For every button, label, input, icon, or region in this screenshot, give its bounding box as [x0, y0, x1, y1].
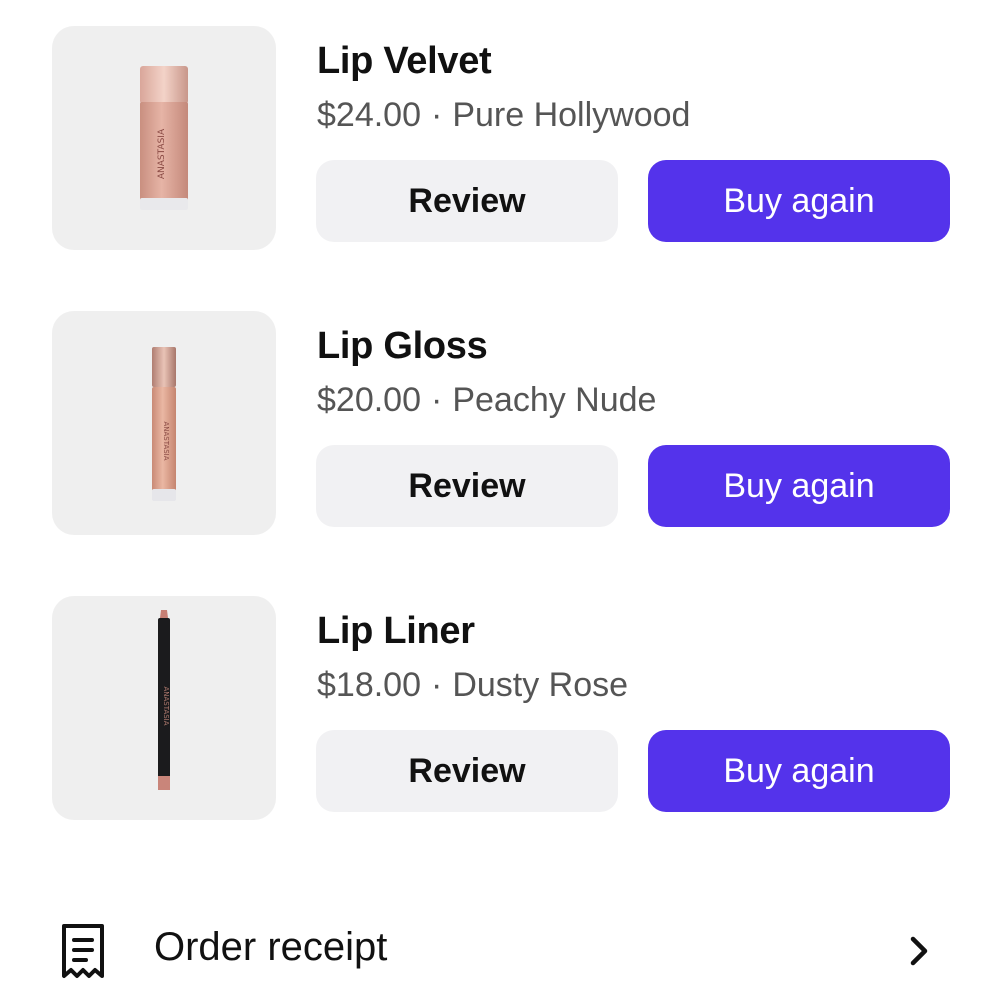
order-item-lip-liner: ANASTASIA Lip Liner $18.00 · Dusty Rose Re… — [52, 596, 950, 820]
product-name: Lip Velvet — [317, 40, 492, 82]
product-details: $24.00 · Pure Hollywood — [317, 96, 690, 135]
separator-dot: · — [431, 666, 443, 704]
separator-dot: · — [431, 96, 443, 134]
buy-again-button[interactable]: Buy again — [648, 160, 950, 242]
review-button[interactable]: Review — [316, 730, 618, 812]
chevron-right-icon — [910, 936, 928, 966]
order-item-lip-gloss: ANASTASIA Lip Gloss $20.00 · Peachy Nude R… — [52, 311, 950, 535]
separator-dot: · — [431, 381, 443, 419]
product-shade: Dusty Rose — [452, 666, 629, 704]
product-details: $18.00 · Dusty Rose — [317, 666, 628, 705]
buy-again-button[interactable]: Buy again — [648, 730, 950, 812]
lip-liner-pencil-icon: ANASTASIA — [158, 610, 170, 790]
review-button[interactable]: Review — [316, 445, 618, 527]
product-image-lip-gloss[interactable]: ANASTASIA — [52, 311, 276, 535]
product-image-lip-velvet[interactable]: ANASTASIA — [52, 26, 276, 250]
product-name: Lip Gloss — [317, 325, 488, 367]
order-receipt-label: Order receipt — [154, 925, 388, 969]
lip-gloss-tube-icon: ANASTASIA — [152, 347, 176, 501]
review-button[interactable]: Review — [316, 160, 618, 242]
product-shade: Peachy Nude — [452, 381, 657, 419]
product-image-lip-liner[interactable]: ANASTASIA — [52, 596, 276, 820]
order-receipt-row[interactable]: Order receipt — [52, 905, 950, 995]
product-price: $20.00 — [317, 381, 421, 419]
lip-velvet-bottle-icon: ANASTASIA — [140, 66, 188, 210]
order-item-lip-velvet: ANASTASIA Lip Velvet $24.00 · Pure Hollywo… — [52, 26, 950, 250]
receipt-icon — [62, 924, 104, 978]
product-name: Lip Liner — [317, 610, 475, 652]
buy-again-button[interactable]: Buy again — [648, 445, 950, 527]
product-shade: Pure Hollywood — [452, 96, 691, 134]
product-price: $24.00 — [317, 96, 421, 134]
svg-text:ANASTASIA: ANASTASIA — [162, 421, 170, 460]
svg-text:ANASTASIA: ANASTASIA — [162, 686, 170, 725]
svg-text:ANASTASIA: ANASTASIA — [157, 128, 167, 179]
product-details: $20.00 · Peachy Nude — [317, 381, 656, 420]
product-price: $18.00 — [317, 666, 421, 704]
